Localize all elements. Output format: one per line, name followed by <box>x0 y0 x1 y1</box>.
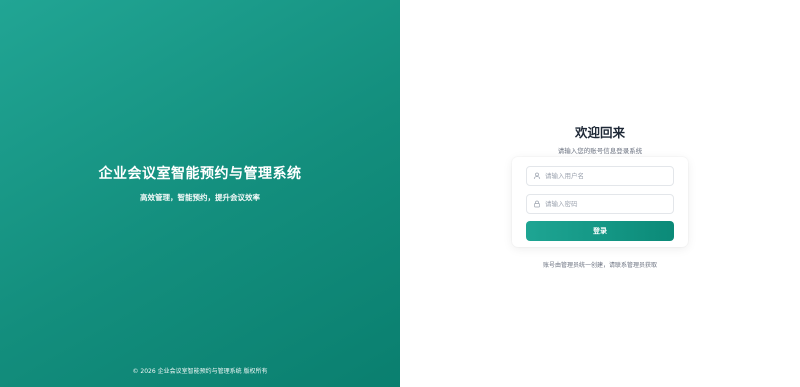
system-title: 企业会议室智能预约与管理系统 <box>98 166 302 182</box>
user-icon <box>533 172 541 180</box>
login-form: 登录 <box>512 157 688 247</box>
system-slogan: 高效管理，智能预约，提升会议效率 <box>140 193 260 202</box>
password-input[interactable] <box>545 196 665 212</box>
login-title: 欢迎回来 <box>574 125 625 140</box>
password-field[interactable] <box>526 194 674 214</box>
brand-panel: 企业会议室智能预约与管理系统 高效管理，智能预约，提升会议效率 © 2026 企… <box>0 0 400 387</box>
username-field[interactable] <box>526 166 674 186</box>
lock-icon <box>533 200 541 208</box>
login-page: 企业会议室智能预约与管理系统 高效管理，智能预约，提升会议效率 © 2026 企… <box>0 0 800 387</box>
copyright-footer: © 2026 企业会议室智能预约与管理系统 版权所有 <box>132 368 268 375</box>
login-panel: 欢迎回来 请输入您的账号信息登录系统 请输入用户名 登录 账号由管理员统一创建，… <box>400 0 800 387</box>
login-button[interactable]: 登录 <box>526 221 674 241</box>
brand-header: 企业会议室智能预约与管理系统 高效管理，智能预约，提升会议效率 <box>0 163 400 203</box>
username-input[interactable] <box>545 168 665 184</box>
login-subtitle: 请输入您的账号信息登录系统 <box>557 147 643 155</box>
login-header: 欢迎回来 请输入您的账号信息登录系统 <box>400 122 800 155</box>
account-note: 账号由管理员统一创建，请联系管理员获取 <box>542 262 657 269</box>
